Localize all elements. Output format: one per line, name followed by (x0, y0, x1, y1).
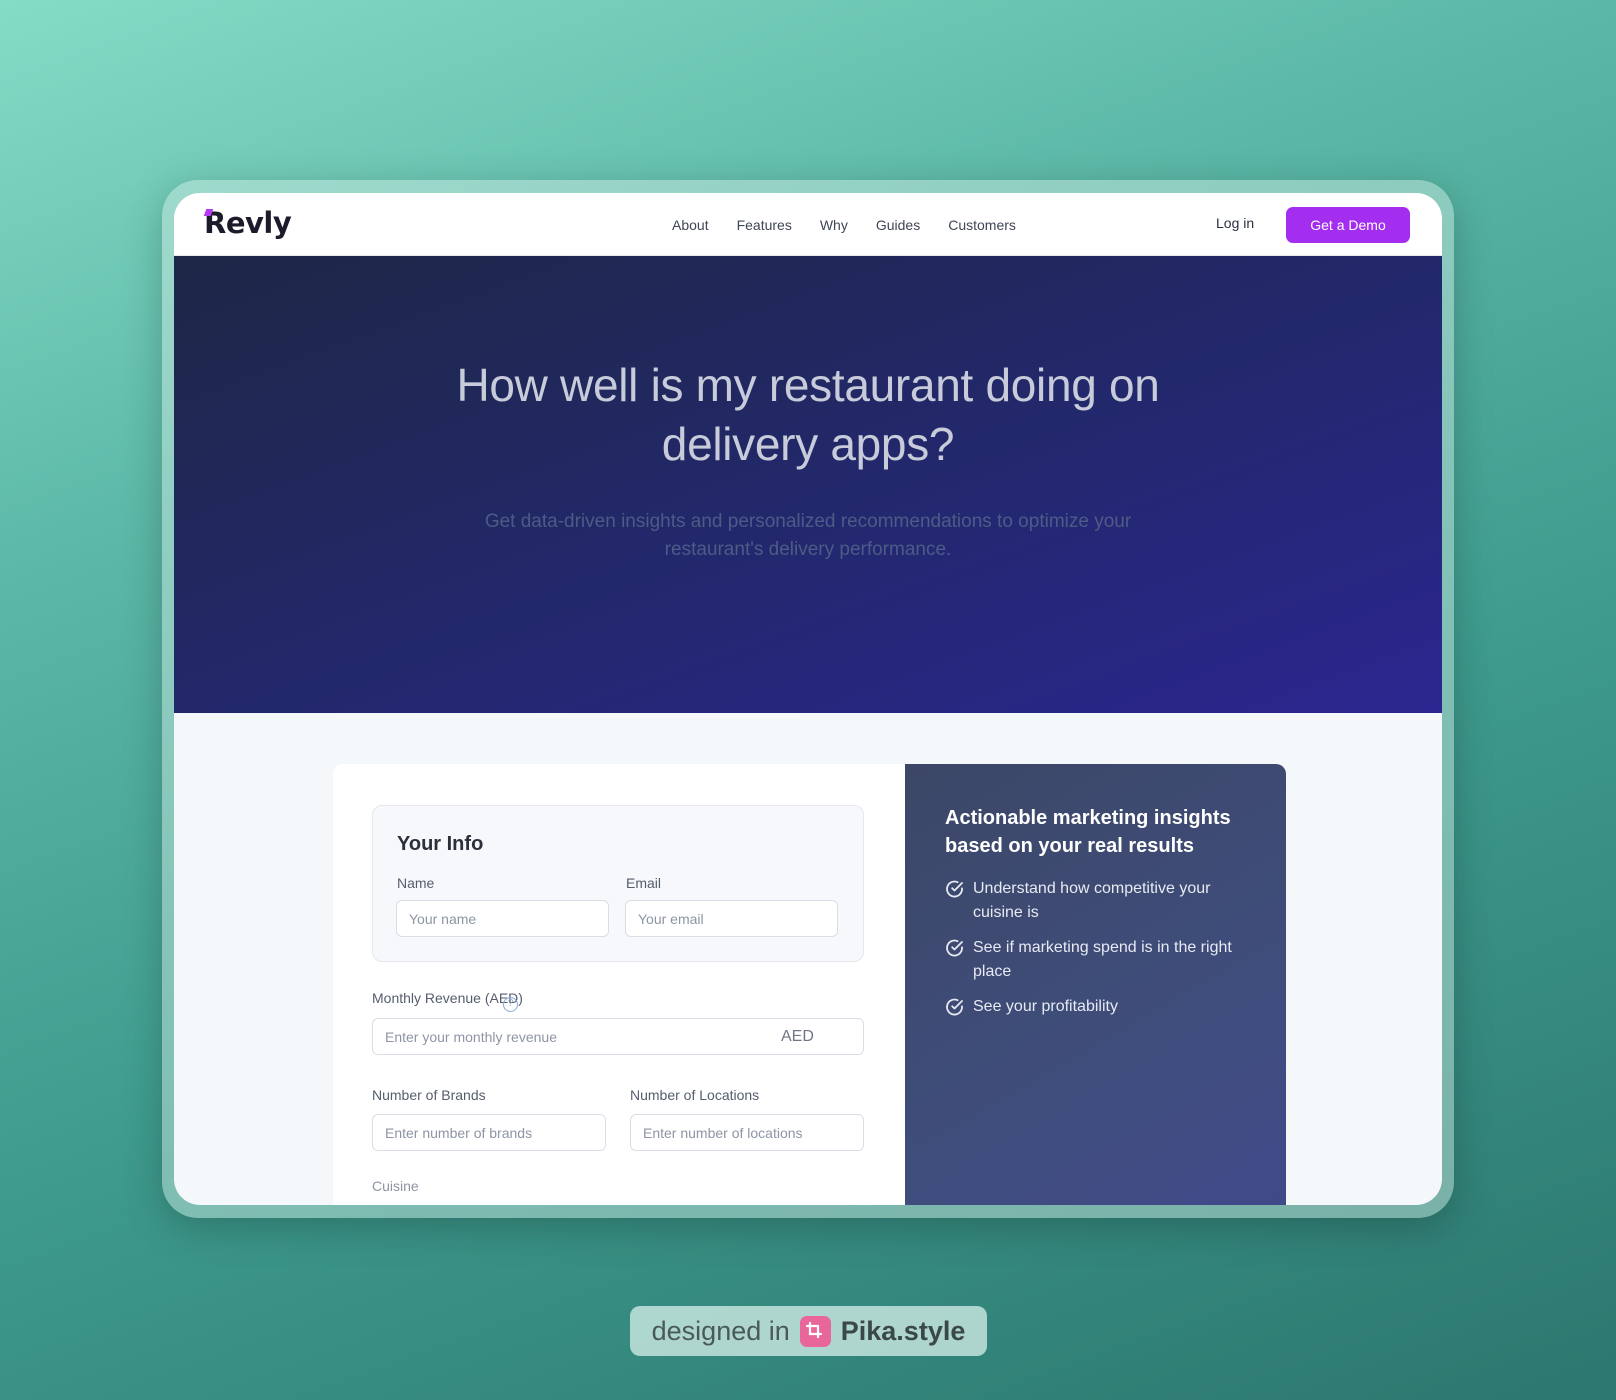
benefit-text: Understand how competitive your cuisine … (973, 880, 1211, 921)
benefit-item: See your profitability (945, 995, 1246, 1019)
check-circle-icon (946, 998, 963, 1016)
help-icon[interactable]: ? (503, 997, 518, 1012)
hero-title: How well is my restaurant doing on deliv… (456, 359, 1160, 470)
benefits-panel: Actionable marketing insights based on y… (905, 764, 1286, 1205)
email-label: Email (626, 875, 662, 891)
revenue-currency-suffix: AED (781, 1028, 814, 1045)
revly-logo[interactable]: Revly (203, 206, 292, 240)
locations-input[interactable] (630, 1114, 864, 1151)
name-label: Name (397, 875, 435, 891)
watermark-prefix: designed in (651, 1315, 790, 1346)
benefits-title: Actionable marketing insights based on y… (945, 807, 1231, 857)
check-circle-icon (946, 880, 963, 898)
browser-window: Revly About Features Why Guides Customer… (174, 193, 1442, 1205)
email-input[interactable] (625, 900, 838, 937)
nav-link-guides[interactable]: Guides (876, 217, 920, 233)
benefit-text: See your profitability (973, 998, 1118, 1015)
cuisine-label: Cuisine (372, 1178, 419, 1194)
brands-label: Number of Brands (372, 1087, 486, 1103)
your-info-box: Your Info Name Email (372, 805, 864, 962)
watermark-brand: Pika.style (840, 1315, 966, 1346)
name-input[interactable] (396, 900, 609, 937)
form-card: Your Info Name Email Monthly Revenue (AE… (333, 764, 905, 1205)
calculator-section: Your Info Name Email Monthly Revenue (AE… (174, 713, 1442, 1205)
pika-logo-icon (799, 1315, 831, 1347)
benefits-list: Understand how competitive your cuisine … (945, 877, 1246, 1019)
nav-link-why[interactable]: Why (820, 217, 848, 233)
benefit-item: See if marketing spend is in the right p… (945, 936, 1246, 984)
benefit-item: Understand how competitive your cuisine … (945, 877, 1246, 925)
logo-text: Revly (204, 206, 292, 240)
brands-input[interactable] (372, 1114, 606, 1151)
get-demo-button[interactable]: Get a Demo (1286, 207, 1410, 243)
revenue-label: Monthly Revenue (AED) (372, 990, 523, 1006)
nav-links: About Features Why Guides Customers (672, 193, 1016, 256)
check-circle-icon (946, 939, 963, 957)
top-nav: Revly About Features Why Guides Customer… (174, 193, 1442, 256)
benefit-text: See if marketing spend is in the right p… (973, 939, 1232, 980)
nav-link-features[interactable]: Features (737, 217, 792, 233)
pika-watermark[interactable]: designed in Pika.style (630, 1306, 987, 1356)
nav-link-about[interactable]: About (672, 217, 709, 233)
hero-subtitle: Get data-driven insights and personalize… (484, 511, 1132, 560)
hero-section: How well is my restaurant doing on deliv… (174, 256, 1442, 713)
login-link[interactable]: Log in (1216, 215, 1254, 231)
your-info-title: Your Info (397, 833, 484, 855)
locations-label: Number of Locations (630, 1087, 760, 1103)
nav-link-customers[interactable]: Customers (948, 217, 1016, 233)
